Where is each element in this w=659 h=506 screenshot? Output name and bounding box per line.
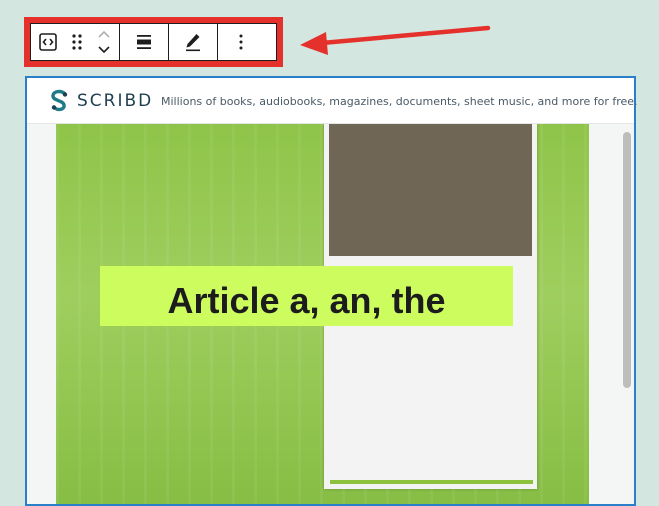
slide-title-box: Article a, an, the (100, 266, 513, 326)
block-toolbar-inner (30, 23, 277, 61)
scribd-embed[interactable]: SCRIBD Millions of books, audiobooks, ma… (25, 76, 638, 506)
edit-url-button[interactable] (169, 24, 217, 60)
document-page: Article a, an, the (56, 124, 589, 504)
move-up-icon (98, 30, 110, 38)
embed-block-button[interactable] (31, 24, 65, 60)
document-viewer[interactable]: Article a, an, the (27, 124, 634, 504)
viewer-scrollbar-thumb[interactable] (623, 132, 631, 388)
move-down-icon (98, 46, 110, 54)
block-switcher-group (31, 24, 120, 60)
scribd-tagline: Millions of books, audiobooks, magazines… (161, 95, 638, 108)
annotation-arrow (300, 25, 491, 55)
drag-handle-icon (72, 34, 82, 50)
scribd-brand[interactable]: SCRIBD (77, 91, 153, 111)
edit-pencil-icon (186, 34, 200, 52)
more-options-button[interactable] (218, 24, 264, 60)
align-icon (137, 35, 151, 49)
options-group (218, 24, 264, 60)
slide-title: Article a, an, the (167, 280, 446, 321)
alignment-group (120, 24, 169, 60)
move-down-button[interactable] (97, 42, 111, 56)
slide-image (329, 124, 532, 256)
more-options-icon (239, 34, 243, 50)
scribd-logo-icon (51, 89, 68, 112)
edit-group (169, 24, 218, 60)
block-movers (89, 24, 119, 60)
block-toolbar (24, 17, 283, 67)
scribd-header: SCRIBD Millions of books, audiobooks, ma… (27, 78, 638, 124)
align-button[interactable] (120, 24, 168, 60)
slide-accent-bar (330, 480, 533, 484)
move-up-button[interactable] (97, 28, 111, 42)
embed-block-icon (39, 33, 57, 51)
drag-handle-button[interactable] (65, 24, 89, 60)
